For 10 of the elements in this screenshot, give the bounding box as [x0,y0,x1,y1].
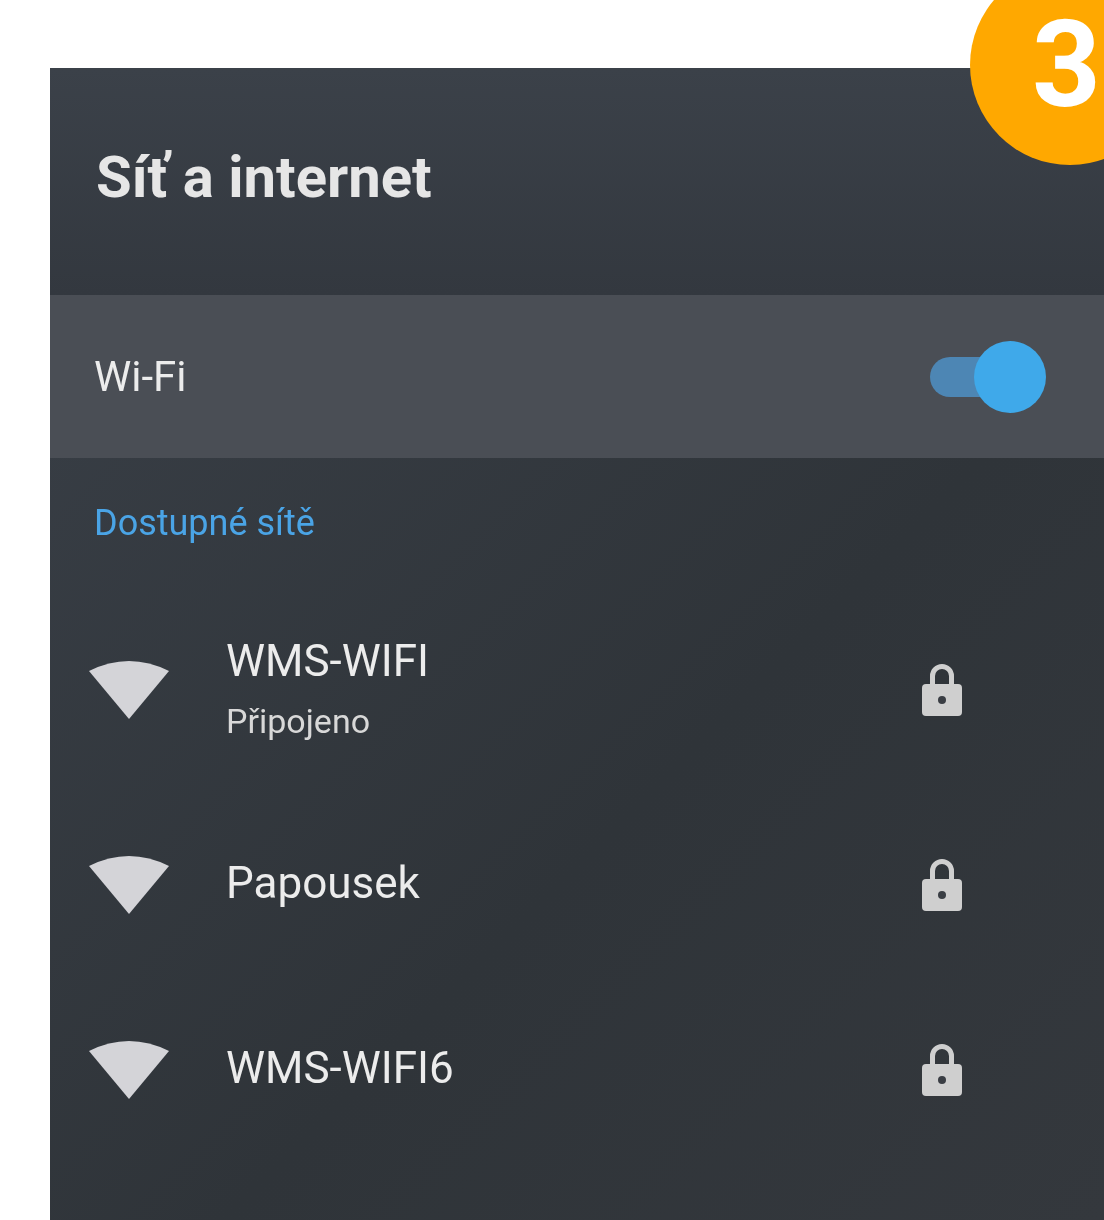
page-title: Síť a internet [96,142,432,211]
network-name[interactable]: Papousek [226,857,920,909]
wifi-toggle[interactable] [930,340,1046,413]
wifi-label: Wi-Fi [94,352,187,401]
section-heading: Dostupné sítě [93,501,316,546]
network-status: Připojeno [226,701,372,741]
network-name[interactable]: WMS-WIFI [226,635,920,687]
network-name[interactable]: WMS-WIFI6 [226,1042,920,1094]
step-badge: 3 [970,0,1104,165]
wifi-row[interactable]: Wi-Fi [50,295,1104,458]
